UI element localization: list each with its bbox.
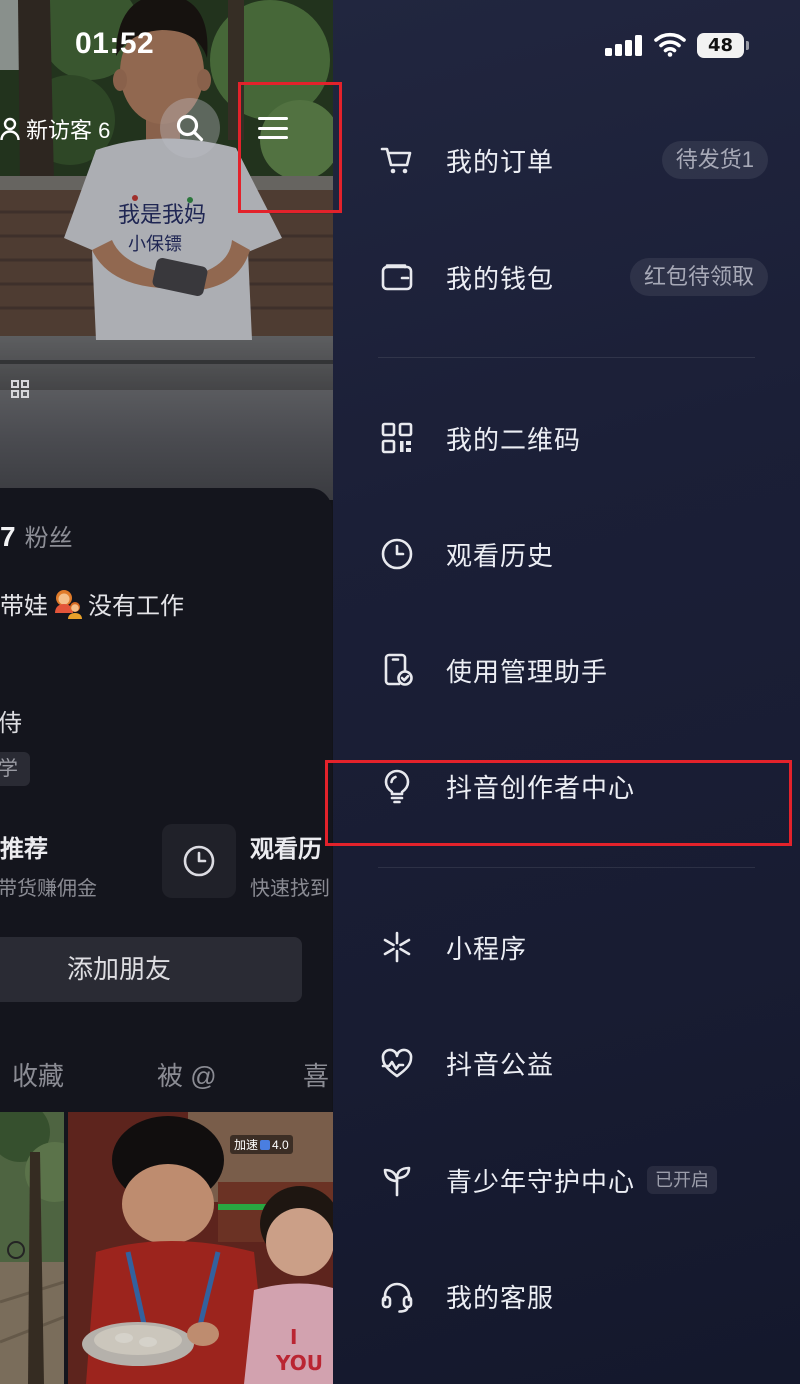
tab-mentions[interactable]: 被 @ <box>157 1056 217 1093</box>
mini-program-icon <box>379 929 415 965</box>
menu-item-label: 使用管理助手 <box>446 656 609 687</box>
menu-item-label: 我的客服 <box>446 1282 555 1313</box>
profile-bio: 带娃 没有工作 <box>0 586 184 621</box>
screen: 我是我妈 小保镖 新访客 6 7 粉丝 <box>0 0 800 1384</box>
battery-nub <box>746 41 749 50</box>
bio-text-end: 没有工作 <box>88 593 184 620</box>
video-thumbnail[interactable] <box>0 1112 64 1384</box>
menu-item-my-wallet[interactable]: 我的钱包 红包待领取 <box>333 227 800 327</box>
fans-label: 粉丝 <box>24 525 73 552</box>
fans-stat[interactable]: 7 粉丝 <box>0 518 73 553</box>
shortcut-recommend-subtitle: 带货赚佣金 <box>0 878 97 900</box>
menu-item-label: 我的订单 <box>446 146 555 177</box>
sprout-icon <box>379 1162 415 1198</box>
speed-badge: 加速 4.0 <box>230 1135 293 1154</box>
video-thumbnail-image: I YOU <box>68 1112 333 1384</box>
search-button[interactable] <box>160 98 220 158</box>
menu-item-label: 我的二维码 <box>446 424 582 455</box>
search-icon <box>176 114 204 142</box>
clock-icon <box>183 845 215 877</box>
red-packet-badge: 红包待领取 <box>629 258 768 296</box>
shortcut-history-subtitle: 快速找到 <box>250 878 330 900</box>
video-thumbnail-image <box>0 1112 64 1384</box>
tab-favorites[interactable]: 收藏 <box>12 1056 64 1093</box>
profile-tag[interactable]: 学 <box>0 752 30 786</box>
status-time: 01:52 <box>75 27 155 60</box>
menu-item-usage-assistant[interactable]: 使用管理助手 <box>333 620 800 720</box>
cellular-signal-icon <box>605 35 642 56</box>
new-visitors-button[interactable]: 新访客 6 <box>0 113 110 145</box>
profile-info-line: 侍 <box>0 710 22 737</box>
cart-icon <box>379 142 415 178</box>
menu-item-label: 我的钱包 <box>446 263 555 294</box>
speed-icon <box>260 1139 271 1150</box>
side-drawer-menu: 我的订单 待发货1 我的钱包 红包待领取 我的二维码 观看历史 使用管理助手 抖… <box>333 0 800 1384</box>
annotation-box-creator-center <box>325 760 792 846</box>
headset-icon <box>379 1278 415 1314</box>
order-status-badge: 待发货1 <box>661 141 768 179</box>
menu-item-charity[interactable]: 抖音公益 <box>333 1013 800 1113</box>
annotation-box-menu-button <box>238 82 342 213</box>
new-visitors-label: 新访客 6 <box>26 118 111 143</box>
menu-item-mini-programs[interactable]: 小程序 <box>333 897 800 997</box>
menu-item-label: 青少年守护中心 <box>446 1166 636 1197</box>
video-thumbnail[interactable]: I YOU 加速 4.0 <box>68 1112 333 1384</box>
wifi-icon <box>654 32 686 57</box>
add-friend-button[interactable]: 添加朋友 <box>0 937 302 1002</box>
menu-item-qr-code[interactable]: 我的二维码 <box>333 388 800 488</box>
battery-icon: 48 <box>697 33 744 58</box>
heart-pulse-icon <box>379 1045 415 1081</box>
wallet-icon <box>379 259 415 295</box>
person-icon <box>0 117 20 141</box>
menu-item-watch-history[interactable]: 观看历史 <box>333 504 800 604</box>
shortcut-history-title[interactable]: 观看历 <box>250 829 322 864</box>
menu-item-my-orders[interactable]: 我的订单 待发货1 <box>333 110 800 210</box>
clock-icon <box>379 536 415 572</box>
tab-likes[interactable]: 喜 <box>303 1056 329 1093</box>
status-bar: 01:52 48 <box>0 0 800 90</box>
bio-text-start: 带娃 <box>0 593 48 620</box>
menu-divider <box>378 867 755 868</box>
menu-divider <box>378 357 755 358</box>
qr-small-icon <box>11 380 29 398</box>
menu-item-label: 抖音公益 <box>446 1049 555 1080</box>
speed-badge-label: 加速 <box>234 1138 259 1152</box>
menu-item-customer-service[interactable]: 我的客服 <box>333 1246 800 1346</box>
menu-item-label: 小程序 <box>446 933 528 964</box>
cover-photo-bottom <box>0 390 333 500</box>
menu-item-youth-protection[interactable]: 青少年守护中心 已开启 <box>333 1130 800 1230</box>
fans-count: 7 <box>0 521 16 552</box>
shortcut-recommend-title[interactable]: 推荐 <box>0 829 48 864</box>
phone-check-icon <box>379 652 415 688</box>
menu-item-label: 观看历史 <box>446 540 555 571</box>
youth-mode-status-tag: 已开启 <box>647 1166 718 1194</box>
family-emoji-icon <box>55 589 82 619</box>
speed-badge-value: 4.0 <box>272 1137 289 1152</box>
qr-code-icon <box>379 420 415 456</box>
watch-history-shortcut[interactable] <box>162 824 236 898</box>
